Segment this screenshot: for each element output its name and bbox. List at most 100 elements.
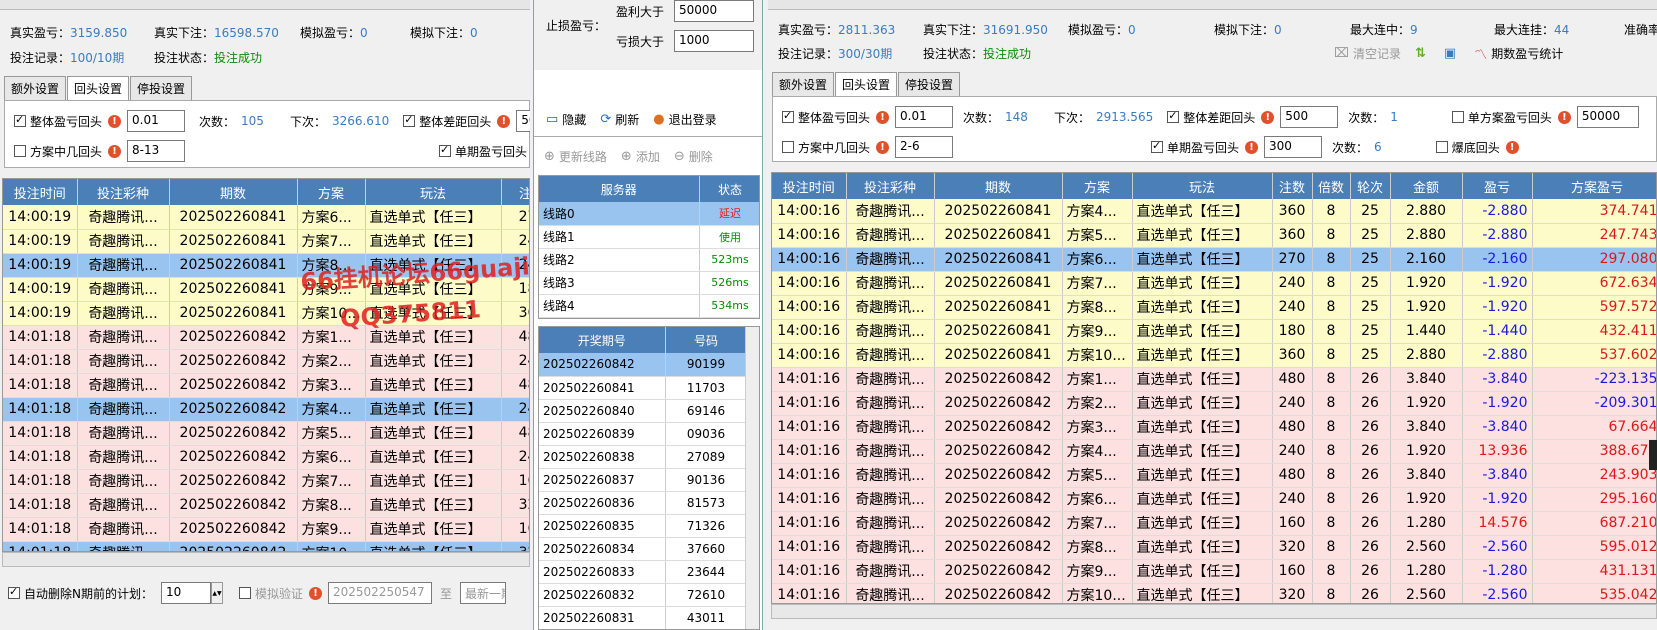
draw-row[interactable]: 202502260841 11703 xyxy=(539,376,748,400)
column-header[interactable]: 投注时间 xyxy=(772,173,847,199)
auto-delete-input[interactable]: 10 xyxy=(160,582,211,604)
table-row[interactable]: 14:00:16 奇趣腾讯... 202502260841 方案5... 直选单式【任三… xyxy=(772,223,1656,248)
refresh-button[interactable]: ⟳ 刷新 xyxy=(600,111,639,128)
tab-return[interactable]: 回头设置 xyxy=(835,72,898,96)
single-pl-input[interactable]: 300 xyxy=(1264,136,1323,158)
tab-stop[interactable]: 停投设置 xyxy=(130,76,193,100)
window-button[interactable]: ▣ xyxy=(1444,46,1460,61)
whole-gap-checkbox[interactable] xyxy=(403,113,416,127)
right-scroll-thumb[interactable] xyxy=(1649,440,1657,470)
server-row[interactable]: 线路0 延迟 xyxy=(539,202,759,226)
table-row[interactable]: 14:00:16 奇趣腾讯... 202502260841 方案6... 直选单式【任三… xyxy=(772,247,1656,272)
loss-gt-input[interactable]: 1000 xyxy=(674,30,754,52)
server-row[interactable]: 线路3 526ms xyxy=(539,271,759,295)
hide-button[interactable]: ▭ 隐藏 xyxy=(546,111,586,128)
draw-row[interactable]: 202502260836 81573 xyxy=(539,491,748,515)
tab-extra[interactable]: 额外设置 xyxy=(772,72,835,96)
table-row[interactable]: 14:00:16 奇趣腾讯... 202502260841 方案8... 直选单式【任三… xyxy=(772,295,1656,320)
draw-row[interactable]: 202502260839 09036 xyxy=(539,422,748,446)
column-header[interactable]: 金额 xyxy=(1390,173,1463,199)
tab-return[interactable]: 回头设置 xyxy=(67,76,130,100)
column-header[interactable]: 投注彩种 xyxy=(77,179,170,205)
table-row[interactable]: 14:01:16 奇趣腾讯... 202502260842 方案8... 直选单式【任三… xyxy=(772,535,1656,560)
table-row[interactable]: 14:00:19 奇趣腾讯... 202502260841 方案10... 直选单式【任… xyxy=(3,301,529,326)
draw-row[interactable]: 202502260835 71326 xyxy=(539,514,748,538)
tab-extra[interactable]: 额外设置 xyxy=(4,76,67,100)
table-row[interactable]: 14:01:16 奇趣腾讯... 202502260842 方案10... 直选单式【任… xyxy=(772,583,1656,603)
table-row[interactable]: 14:00:16 奇趣腾讯... 202502260841 方案7... 直选单式【任三… xyxy=(772,271,1656,296)
table-row[interactable]: 14:00:19 奇趣腾讯... 202502260841 方案9... 直选单式【任三… xyxy=(3,277,529,302)
table-row[interactable]: 14:00:16 奇趣腾讯... 202502260841 方案10... 直选单式【任… xyxy=(772,343,1656,368)
spinner-icon[interactable]: ▲▼ xyxy=(210,582,223,604)
table-row[interactable]: 14:01:18 奇趣腾讯... 202502260842 方案2... 直选单式【任三… xyxy=(3,349,529,374)
update-line-button[interactable]: ⊕ 更新线路 xyxy=(544,148,607,165)
table-row[interactable]: 14:01:16 奇趣腾讯... 202502260842 方案7... 直选单式【任三… xyxy=(772,511,1656,536)
whole-pl-checkbox[interactable] xyxy=(14,113,26,127)
plan-n-checkbox[interactable] xyxy=(782,141,794,153)
table-row[interactable]: 14:00:19 奇趣腾讯... 202502260841 方案7... 直选单式【任三… xyxy=(3,229,529,254)
draw-row[interactable]: 202502260833 23644 xyxy=(539,560,748,584)
plan-n-checkbox[interactable] xyxy=(14,145,26,157)
column-header[interactable]: 期数 xyxy=(169,179,298,205)
logout-button[interactable]: ● 退出登录 xyxy=(653,111,716,128)
column-header[interactable]: 轮次 xyxy=(1350,173,1391,199)
add-line-button[interactable]: ⊕ 添加 xyxy=(621,148,660,165)
column-header[interactable]: 倍数 xyxy=(1312,173,1351,199)
column-header[interactable]: 方案 xyxy=(297,179,366,205)
from-period-select[interactable]: 202502250547 xyxy=(328,582,432,604)
table-row[interactable]: 14:01:18奇趣腾讯...202502260842方案10...直选单式【任… xyxy=(3,541,529,551)
draw-row[interactable]: 202502260832 72610 xyxy=(539,583,748,607)
delete-line-button[interactable]: ⊖ 删除 xyxy=(674,148,713,165)
table-row[interactable]: 14:01:18 奇趣腾讯... 202502260842 方案3... 直选单式【任三… xyxy=(3,373,529,398)
table-row[interactable]: 14:01:18 奇趣腾讯... 202502260842 方案4... 直选单式【任三… xyxy=(3,397,529,422)
period-stats-button[interactable]: 〽期数盈亏统计 xyxy=(1474,44,1563,63)
server-row[interactable]: 线路2 523ms xyxy=(539,248,759,272)
single-pl-checkbox[interactable] xyxy=(1151,139,1164,153)
draw-row[interactable]: 202502260838 27089 xyxy=(539,445,748,469)
column-header[interactable]: 玩法 xyxy=(1132,173,1273,199)
draw-row[interactable]: 202502260831 43011 xyxy=(539,606,748,629)
tab-stop[interactable]: 停投设置 xyxy=(898,72,961,96)
plan-n-input[interactable]: 8-13 xyxy=(127,140,186,162)
latest-select[interactable]: 最新一期 xyxy=(460,582,507,604)
plan-n-input[interactable]: 2-6 xyxy=(895,136,954,158)
table-row[interactable]: 14:01:18 奇趣腾讯... 202502260842 方案1... 直选单式【任三… xyxy=(3,325,529,350)
auto-delete-checkbox[interactable] xyxy=(8,585,20,599)
table-row[interactable]: 14:01:16 奇趣腾讯... 202502260842 方案9... 直选单式【任三… xyxy=(772,559,1656,584)
single-plan-input[interactable]: 50000 xyxy=(1576,106,1639,128)
table-row[interactable]: 14:01:18 奇趣腾讯... 202502260842 方案9... 直选单式【任三… xyxy=(3,517,529,542)
up-arrow-button[interactable]: ⇅ xyxy=(1415,46,1430,61)
column-header[interactable]: 玩法 xyxy=(365,179,502,205)
whole-gap-input[interactable]: 500 xyxy=(1280,106,1339,128)
whole-pl-checkbox[interactable] xyxy=(782,109,794,123)
table-row[interactable]: 14:01:18 奇趣腾讯... 202502260842 方案5... 直选单式【任三… xyxy=(3,421,529,446)
table-row[interactable]: 14:01:16 奇趣腾讯... 202502260842 方案4... 直选单式【任三… xyxy=(772,439,1656,464)
server-row[interactable]: 线路1 使用 xyxy=(539,225,759,249)
clear-records-button[interactable]: ⌧ 清空记录 xyxy=(1334,45,1401,62)
whole-pl-input[interactable]: 0.01 xyxy=(895,106,954,128)
table-row[interactable]: 14:01:16 奇趣腾讯... 202502260842 方案3... 直选单式【任三… xyxy=(772,415,1656,440)
draw-vertical-scrollbar[interactable] xyxy=(745,327,759,629)
table-row[interactable]: 14:01:16 奇趣腾讯... 202502260842 方案6... 直选单式【任三… xyxy=(772,487,1656,512)
single-plan-checkbox[interactable] xyxy=(1451,111,1464,123)
column-header[interactable]: 期数 xyxy=(934,173,1063,199)
profit-gt-input[interactable]: 50000 xyxy=(674,0,754,22)
table-row[interactable]: 14:01:16 奇趣腾讯... 202502260842 方案5... 直选单式【任三… xyxy=(772,463,1656,488)
table-row[interactable]: 14:00:16 奇趣腾讯... 202502260841 方案4... 直选单式【任三… xyxy=(772,199,1656,224)
column-header[interactable]: 方案 xyxy=(1062,173,1133,199)
column-header[interactable]: 注数 xyxy=(1272,173,1313,199)
table-row[interactable]: 14:00:16 奇趣腾讯... 202502260841 方案9... 直选单式【任三… xyxy=(772,319,1656,344)
draw-row[interactable]: 202502260834 37660 xyxy=(539,537,748,561)
draw-row[interactable]: 202502260837 90136 xyxy=(539,468,748,492)
table-row[interactable]: 14:01:18 奇趣腾讯... 202502260842 方案7... 直选单式【任三… xyxy=(3,469,529,494)
right-horizontal-scrollbar[interactable] xyxy=(771,604,1657,619)
column-header[interactable]: 方案盈亏 xyxy=(1532,173,1656,199)
whole-gap-input[interactable]: 500 xyxy=(516,110,530,132)
table-row[interactable]: 14:01:16 奇趣腾讯... 202502260842 方案1... 直选单式【任三… xyxy=(772,367,1656,392)
sim-verify-checkbox[interactable] xyxy=(238,587,251,599)
table-row[interactable]: 14:00:19 奇趣腾讯... 202502260841 方案8... 直选单式【任三… xyxy=(3,253,529,278)
column-header[interactable]: 盈亏 xyxy=(1462,173,1533,199)
table-row[interactable]: 14:01:18 奇趣腾讯... 202502260842 方案8... 直选单式【任三… xyxy=(3,493,529,518)
server-row[interactable]: 线路4 534ms xyxy=(539,294,759,318)
burst-checkbox[interactable] xyxy=(1435,141,1448,153)
